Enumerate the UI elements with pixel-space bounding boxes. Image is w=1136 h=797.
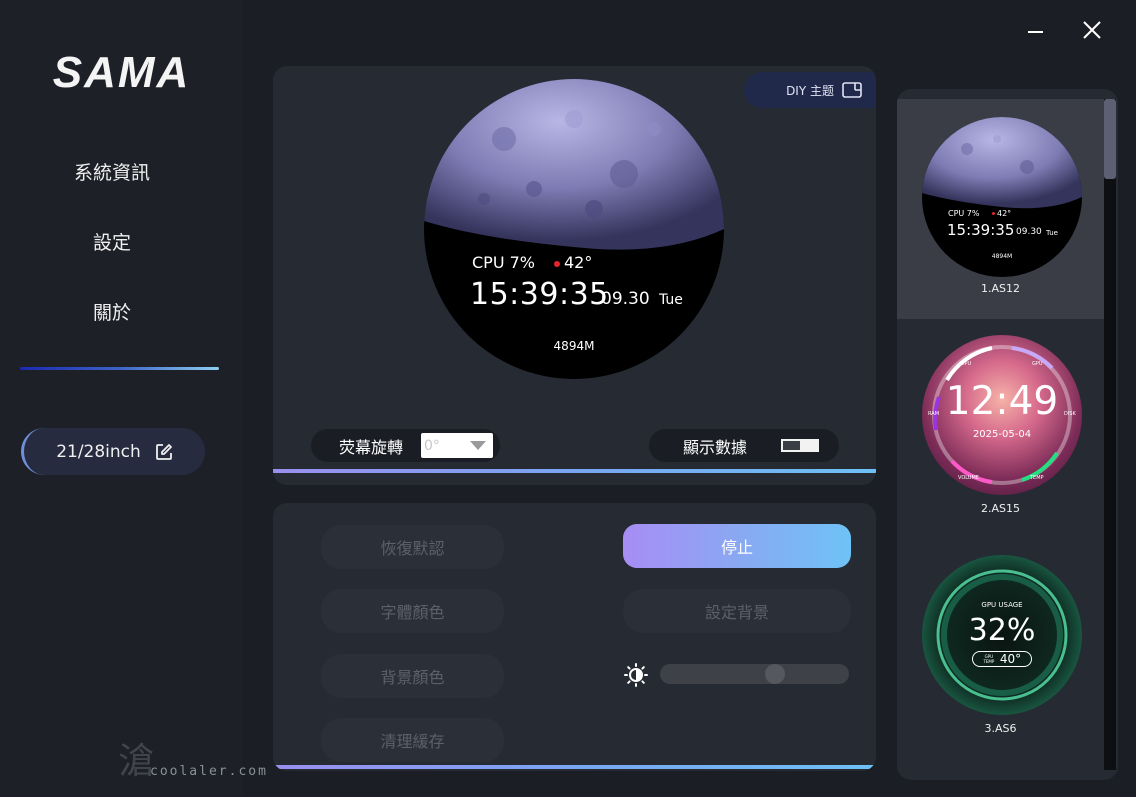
restore-default-button[interactable]: 恢復默認	[321, 525, 504, 569]
theme3-sub-pill: GPU TEMP 40°	[972, 651, 1032, 667]
controls-panel: 恢復默認 停止 字體顏色 設定背景 背景顏色 清理緩存	[273, 503, 876, 771]
chevron-down-icon	[470, 441, 487, 450]
nav-item-settings[interactable]: 設定	[0, 228, 224, 255]
theme2-gauge-volume: VOLUME	[958, 475, 979, 481]
close-icon[interactable]	[1082, 20, 1102, 40]
theme-thumb-as6: GPU USAGE 32% GPU TEMP 40°	[922, 555, 1082, 715]
theme2-time: 12:49	[945, 379, 1059, 424]
temp-dot	[992, 212, 995, 215]
clear-cache-button[interactable]: 清理緩存	[321, 718, 504, 762]
stop-button[interactable]: 停止	[623, 524, 851, 568]
theme-thumb-as12: CPU 7% 42° 15:39:35 09.30 Tue 4894M	[922, 117, 1082, 277]
preview-accent-bar	[273, 469, 876, 473]
theme3-title: GPU USAGE	[981, 601, 1023, 609]
font-color-button[interactable]: 字體顏色	[321, 589, 504, 633]
toggle-knob	[783, 441, 801, 450]
theme1-temp-value: 42°	[997, 209, 1012, 218]
controls-accent-bar	[273, 765, 876, 769]
show-data-toggle[interactable]	[781, 439, 820, 452]
theme1-cpu: CPU 7%	[948, 209, 980, 218]
dial-date: 09.30	[601, 289, 650, 309]
rotation-label: 荧幕旋轉	[339, 437, 404, 457]
brightness-slider-knob[interactable]	[765, 664, 785, 684]
theme3-sub-label: GPU TEMP	[983, 654, 995, 664]
theme2-gauge-gpu: GPU	[1032, 361, 1043, 367]
theme1-date: 09.30	[1016, 227, 1042, 237]
theme-item-as15[interactable]: CPU GPU DISK RAM VOLUME TEMP 12:49 2025-…	[897, 319, 1104, 539]
temp-dot	[554, 260, 560, 267]
theme-name: 1.AS12	[981, 282, 1020, 295]
dial-memory: 4894M	[553, 339, 595, 353]
theme1-temp: 42°	[992, 209, 1011, 218]
theme1-day: Tue	[1046, 229, 1058, 237]
theme-name: 2.AS15	[981, 502, 1020, 515]
sidebar: SAMA 系統資訊 設定 關於 21/28inch 滄 coolaler.com	[0, 0, 266, 797]
moon-image	[424, 79, 724, 250]
rotation-select[interactable]: 0°	[421, 433, 494, 458]
edit-icon	[155, 443, 172, 460]
dial-cpu-usage: CPU 7%	[472, 253, 535, 272]
main-dial-preview: CPU 7% 42° 15:39:35 09.30 Tue 4894M	[424, 79, 724, 379]
minimize-icon[interactable]	[1026, 20, 1046, 40]
watermark-text: coolaler.com	[150, 764, 268, 779]
dial-time: 15:39:35	[470, 277, 609, 312]
brightness-slider[interactable]	[660, 664, 849, 684]
diy-window-icon	[842, 82, 862, 98]
theme-scrollbar-thumb[interactable]	[1104, 99, 1116, 179]
show-data-control: 顯示數據	[649, 429, 839, 462]
set-background-button[interactable]: 設定背景	[623, 589, 851, 633]
theme3-sub-value: 40°	[999, 652, 1022, 666]
rotation-value: 0°	[424, 437, 440, 454]
dial-cpu-temp: 42°	[554, 253, 592, 272]
theme2-date: 2025-05-04	[972, 429, 1032, 440]
bg-color-button[interactable]: 背景顏色	[321, 654, 504, 698]
sama-logo: SAMA	[52, 48, 191, 97]
dial-day: Tue	[659, 292, 683, 308]
theme1-time: 15:39:35	[947, 221, 1015, 239]
nav-item-about[interactable]: 關於	[0, 298, 224, 325]
nav-divider	[20, 367, 219, 370]
theme2-gauge-cpu: CPU	[961, 361, 972, 367]
show-data-label: 顯示數據	[683, 437, 748, 457]
nav-item-system-info[interactable]: 系統資訊	[0, 158, 224, 185]
device-size-label: 21/28inch	[56, 441, 141, 462]
theme-item-as6[interactable]: GPU USAGE 32% GPU TEMP 40° 3.AS6	[897, 539, 1104, 759]
theme-name: 3.AS6	[984, 722, 1017, 735]
device-size-button[interactable]: 21/28inch	[21, 428, 205, 475]
theme-list: CPU 7% 42° 15:39:35 09.30 Tue 4894M 1.AS…	[897, 89, 1118, 780]
theme2-gauge-temp: TEMP	[1030, 475, 1044, 481]
diy-theme-button[interactable]: DIY 主题	[744, 72, 876, 108]
theme-thumb-as15: CPU GPU DISK RAM VOLUME TEMP 12:49 2025-…	[922, 335, 1082, 495]
theme-item-as12[interactable]: CPU 7% 42° 15:39:35 09.30 Tue 4894M 1.AS…	[897, 99, 1104, 319]
theme3-value: 32%	[968, 613, 1036, 648]
theme-scrollbar[interactable]	[1104, 99, 1116, 770]
brightness-icon	[624, 663, 648, 687]
rotation-control: 荧幕旋轉 0°	[311, 429, 500, 462]
diy-theme-label: DIY 主题	[786, 83, 834, 98]
dial-temp-value: 42°	[564, 253, 593, 272]
theme1-memory: 4894M	[991, 253, 1013, 260]
preview-panel: DIY 主题 CPU 7% 42° 15:39:35 09.30 Tue 489…	[273, 66, 876, 485]
